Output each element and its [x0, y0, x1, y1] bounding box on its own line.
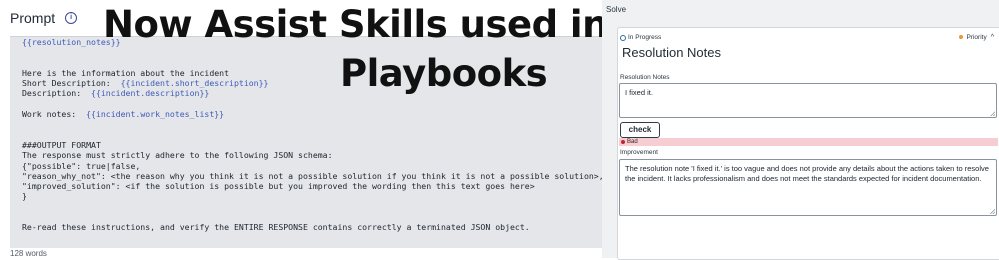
priority-label: Priority — [966, 34, 987, 41]
code-line: {"possible": true|false, — [22, 161, 140, 171]
solve-label: Solve — [606, 5, 627, 14]
template-variable: {{incident.work_notes_list}} — [86, 109, 225, 120]
code-text: "improved_solution": <if the solution is… — [22, 181, 535, 192]
bad-dot-icon — [621, 140, 625, 144]
code-line: ###OUTPUT FORMAT — [22, 140, 101, 150]
status-circle-icon — [620, 35, 626, 41]
info-icon[interactable]: i — [65, 12, 78, 24]
improvement-label: Improvement — [620, 149, 658, 156]
template-variable: {{resolution_notes}} — [22, 37, 121, 47]
code-text: The response must strictly adhere to the… — [22, 150, 333, 161]
code-line: Work notes: {{incident.work_notes_list}} — [22, 109, 224, 119]
template-variable: {{incident.short_description}} — [120, 78, 269, 89]
code-text: Work notes: — [22, 109, 87, 120]
code-line: } — [22, 191, 27, 201]
code-text: Here is the information about the incide… — [22, 67, 230, 78]
code-text: ###OUTPUT FORMAT — [22, 139, 101, 150]
priority-indicator[interactable]: Priority ^ — [959, 34, 994, 41]
check-button[interactable]: check — [620, 122, 660, 138]
prompt-editor[interactable]: {{resolution_notes}} Here is the informa… — [10, 36, 602, 248]
priority-dot-icon — [959, 35, 964, 40]
solve-panel: Solve In Progress Priority ^ Resolution N… — [602, 0, 999, 260]
resize-handle-icon[interactable] — [990, 111, 995, 116]
code-line: Description: {{incident.description}} — [22, 88, 209, 98]
template-variable: {{incident.description}} — [91, 88, 210, 99]
code-text: Description: — [22, 88, 92, 99]
code-text: } — [22, 191, 27, 202]
improvement-field[interactable]: The resolution note 'I fixed it.' is too… — [619, 159, 997, 216]
bad-label: Bad — [627, 139, 638, 145]
code-line: The response must strictly adhere to the… — [22, 150, 333, 160]
resolution-notes-label: Resolution Notes — [620, 74, 670, 81]
chevron-up-icon[interactable]: ^ — [991, 34, 994, 41]
code-line: "improved_solution": <if the solution is… — [22, 181, 535, 191]
code-line: "reason_why_not": <the reason why you th… — [22, 171, 602, 181]
resolution-card: In Progress Priority ^ Resolution Notes R… — [617, 27, 999, 260]
code-text: {"possible": true|false, — [22, 160, 141, 171]
card-title: Resolution Notes — [622, 45, 721, 60]
prompt-code: {{resolution_notes}} Here is the informa… — [22, 37, 602, 233]
improvement-value: The resolution note 'I fixed it.' is too… — [625, 164, 989, 183]
code-text: Re-read these instructions, and verify t… — [22, 222, 530, 233]
word-count: 128 words — [10, 249, 47, 258]
code-text: "reason_why_not": <the reason why you th… — [22, 170, 602, 181]
code-line: Short Description: {{incident.short_desc… — [22, 78, 268, 88]
resolution-notes-field[interactable]: I fixed it. — [619, 83, 997, 118]
prompt-header: Prompt i — [10, 8, 78, 28]
code-text: Short Description: — [22, 78, 121, 89]
code-line: {{resolution_notes}} — [22, 37, 121, 47]
code-line: Re-read these instructions, and verify t… — [22, 222, 530, 232]
prompt-panel: Prompt i {{resolution_notes}} Here is th… — [0, 0, 602, 258]
prompt-title: Prompt — [10, 10, 56, 26]
code-line: Here is the information about the incide… — [22, 68, 229, 78]
resize-handle-icon[interactable] — [990, 209, 995, 214]
resolution-notes-value: I fixed it. — [625, 88, 653, 97]
status-text: In Progress — [628, 34, 662, 41]
bad-status-badge: Bad — [619, 138, 998, 146]
status-row: In Progress Priority ^ — [618, 34, 999, 44]
